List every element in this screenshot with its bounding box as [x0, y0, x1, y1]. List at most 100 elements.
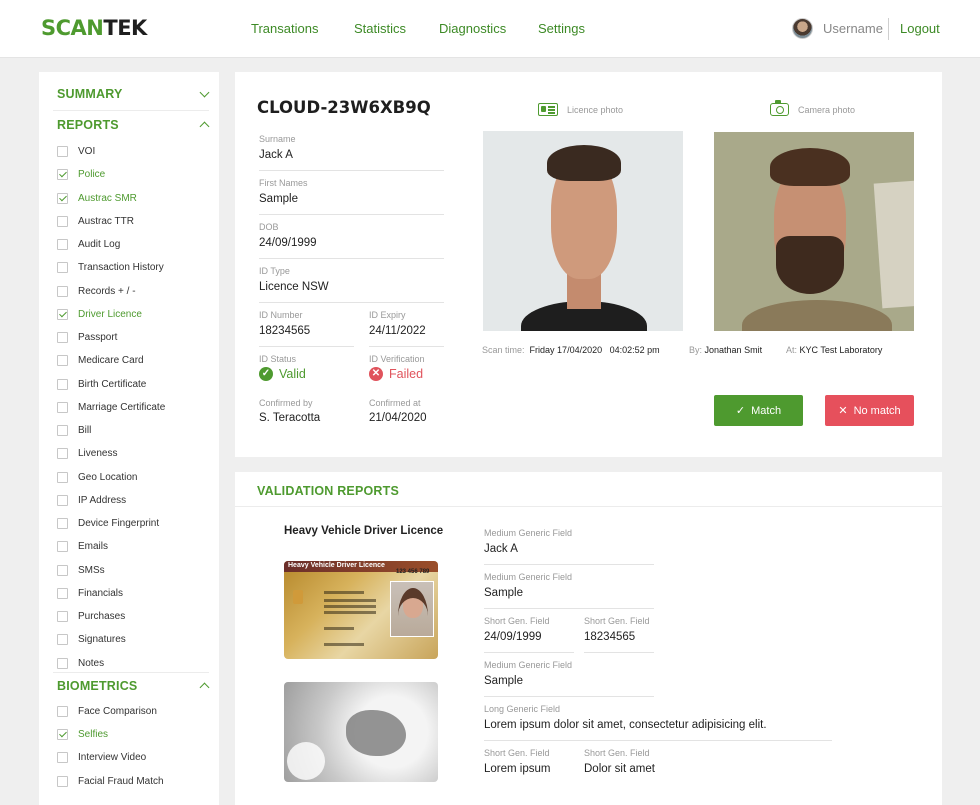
- sidebar-item-emails[interactable]: Emails: [57, 541, 108, 553]
- card-signature: [324, 643, 364, 646]
- surname-value: Jack A: [259, 149, 293, 161]
- checkbox[interactable]: [57, 192, 68, 204]
- sidebar-item-notes[interactable]: Notes: [57, 657, 104, 669]
- section-biometrics[interactable]: BIOMETRICS: [57, 679, 137, 693]
- checkbox[interactable]: [57, 471, 68, 483]
- sidebar-item-marriage-certificate[interactable]: Marriage Certificate: [57, 401, 166, 413]
- nav-transactions[interactable]: Transations: [251, 21, 318, 36]
- licence-photo[interactable]: [483, 131, 683, 331]
- sidebar-item-austrac-smr[interactable]: Austrac SMR: [57, 192, 137, 204]
- sidebar-item-driver-licence[interactable]: Driver Licence: [57, 308, 142, 320]
- id-status-badge: ✓ Valid: [259, 367, 306, 381]
- licence-front-image[interactable]: Heavy Vehicle Driver Licence 123 456 789: [284, 561, 438, 659]
- checkbox[interactable]: [57, 611, 68, 622]
- checkbox[interactable]: [57, 518, 68, 529]
- checkbox[interactable]: [57, 355, 68, 367]
- avatar[interactable]: [792, 18, 813, 39]
- checkbox[interactable]: [57, 146, 68, 157]
- confirmed-at-label: Confirmed at: [369, 398, 421, 408]
- sidebar-item-voi[interactable]: VOI: [57, 146, 95, 157]
- checkbox[interactable]: [57, 494, 68, 506]
- match-button[interactable]: ✓ Match: [714, 395, 803, 426]
- sidebar-item-transaction-history[interactable]: Transaction History: [57, 262, 164, 274]
- logout-link[interactable]: Logout: [900, 21, 940, 36]
- sidebar-item-smss[interactable]: SMSs: [57, 564, 105, 576]
- checkbox[interactable]: [57, 634, 68, 646]
- sidebar-item-audit-log[interactable]: Audit Log: [57, 239, 120, 250]
- checkbox[interactable]: [57, 657, 68, 669]
- no-match-button[interactable]: ✕ No match: [825, 395, 914, 426]
- sidebar-item-face-comparison[interactable]: Face Comparison: [57, 706, 157, 717]
- checkbox[interactable]: [57, 308, 68, 320]
- checkbox[interactable]: [57, 775, 68, 787]
- nav-diagnostics[interactable]: Diagnostics: [439, 21, 506, 36]
- sidebar-item-label: Device Fingerprint: [78, 518, 160, 529]
- scantek-logo[interactable]: SCANTEK: [41, 16, 147, 40]
- sidebar-item-austrac-ttr[interactable]: Austrac TTR: [57, 215, 134, 227]
- checkbox[interactable]: [57, 262, 68, 274]
- sidebar-item-financials[interactable]: Financials: [57, 587, 123, 599]
- checkbox[interactable]: [57, 706, 68, 717]
- sidebar-item-purchases[interactable]: Purchases: [57, 611, 125, 622]
- checkbox[interactable]: [57, 752, 68, 764]
- user-menu[interactable]: Username: [792, 18, 883, 39]
- top-header: SCANTEK Transations Statistics Diagnosti…: [0, 0, 980, 58]
- checkbox[interactable]: [57, 587, 68, 599]
- camera-icon: [770, 100, 789, 116]
- checkbox[interactable]: [57, 285, 68, 297]
- sidebar-item-signatures[interactable]: Signatures: [57, 634, 126, 646]
- sidebar-item-liveness[interactable]: Liveness: [57, 448, 117, 460]
- checkbox[interactable]: [57, 239, 68, 250]
- held-id-card: [873, 180, 914, 309]
- checkbox[interactable]: [57, 564, 68, 576]
- no-match-label: No match: [853, 404, 901, 417]
- scan-time: Scan time: Friday 17/04/2020 04:02:52 pm: [482, 345, 660, 355]
- sidebar-item-facial-fraud-match[interactable]: Facial Fraud Match: [57, 775, 164, 787]
- checkbox[interactable]: [57, 378, 68, 390]
- username[interactable]: Username: [823, 21, 883, 36]
- sidebar-item-medicare-card[interactable]: Medicare Card: [57, 355, 144, 367]
- nav-settings[interactable]: Settings: [538, 21, 585, 36]
- close-icon: ✕: [838, 405, 848, 417]
- sidebar-item-birth-certificate[interactable]: Birth Certificate: [57, 378, 146, 390]
- section-summary[interactable]: SUMMARY: [57, 87, 123, 101]
- sidebar-item-interview-video[interactable]: Interview Video: [57, 752, 146, 764]
- chevron-down-icon[interactable]: [199, 87, 210, 98]
- checkbox[interactable]: [57, 541, 68, 553]
- transaction-id: CLOUD-23W6XB9Q: [257, 98, 431, 117]
- x-circle-icon: ✕: [369, 367, 383, 381]
- sidebar-item-ip-address[interactable]: IP Address: [57, 494, 127, 506]
- licence-back-image[interactable]: [284, 682, 438, 782]
- sidebar-item-geo-location[interactable]: Geo Location: [57, 471, 138, 483]
- sidebar-item-passport[interactable]: Passport: [57, 332, 117, 343]
- id-verification-value: Failed: [389, 367, 424, 381]
- sidebar-item-police[interactable]: Police: [57, 169, 105, 181]
- checkbox[interactable]: [57, 448, 68, 460]
- sidebar-item-bill[interactable]: Bill: [57, 425, 91, 436]
- photo-hair: [547, 145, 621, 181]
- sidebar-item-label: Bill: [78, 425, 92, 436]
- card-front-number: 123 456 789: [396, 569, 430, 575]
- sidebar-item-label: IP Address: [78, 494, 127, 506]
- checkbox[interactable]: [57, 215, 68, 227]
- sidebar-item-label: Marriage Certificate: [78, 401, 166, 413]
- section-reports[interactable]: REPORTS: [57, 118, 119, 132]
- sidebar-item-selfies[interactable]: Selfies: [57, 729, 108, 741]
- checkbox[interactable]: [57, 401, 68, 413]
- camera-photo[interactable]: [714, 132, 914, 331]
- validation-field-label: Short Gen. Field: [484, 616, 550, 626]
- checkbox[interactable]: [57, 425, 68, 436]
- sidebar-item-label: Audit Log: [78, 239, 121, 250]
- validation-reports-card: VALIDATION REPORTS Heavy Vehicle Driver …: [235, 472, 942, 805]
- checkbox[interactable]: [57, 332, 68, 343]
- chevron-up-icon[interactable]: [199, 121, 210, 132]
- nav-statistics[interactable]: Statistics: [354, 21, 406, 36]
- checkbox[interactable]: [57, 169, 68, 181]
- id-card-icon: [538, 103, 558, 116]
- sidebar-item-label: Signatures: [78, 634, 126, 646]
- chevron-up-icon[interactable]: [199, 682, 210, 693]
- checkbox[interactable]: [57, 729, 68, 741]
- sidebar-item-device-fingerprint[interactable]: Device Fingerprint: [57, 518, 159, 529]
- sidebar-item-records[interactable]: Records + / -: [57, 285, 136, 297]
- divider: [235, 506, 942, 507]
